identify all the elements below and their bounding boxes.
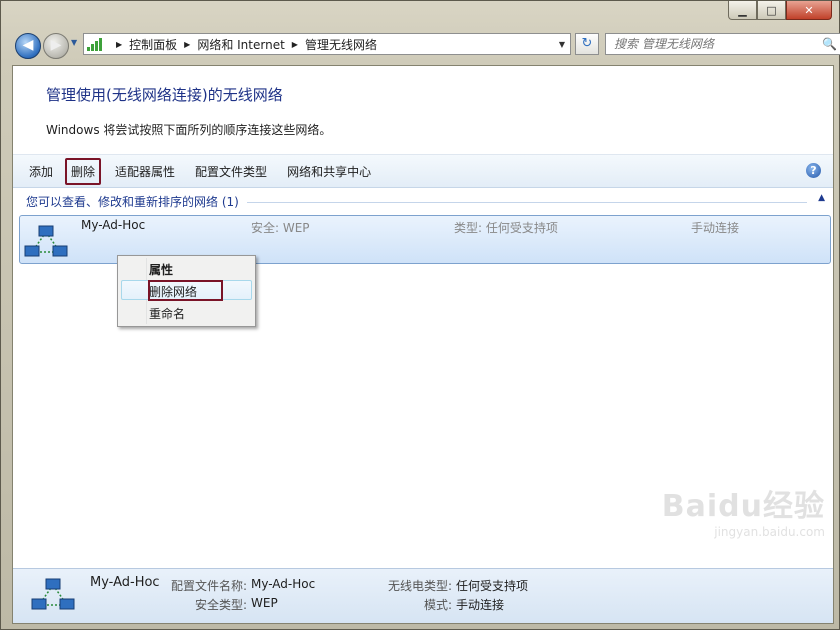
page-description: Windows 将尝试按照下面所列的顺序连接这些网络。: [46, 123, 332, 137]
recent-pages-icon[interactable]: ▼: [71, 38, 77, 47]
mode-value: 手动连接: [456, 598, 505, 612]
context-menu: 属性 删除网络 重命名: [117, 255, 256, 327]
back-button[interactable]: ◀: [15, 33, 41, 59]
group-divider: [247, 202, 807, 203]
network-mode: 手动连接: [691, 221, 740, 235]
search-box[interactable]: 🔍: [605, 33, 840, 55]
help-icon[interactable]: ?: [806, 163, 821, 178]
window: ▁ □ ✕ ◀ ▶ ▼ ▶ 控制面板 ▶ 网络和 Internet ▶ 管理无线…: [0, 0, 840, 630]
breadcrumb-separator[interactable]: ▶: [116, 40, 122, 49]
mode-label: 模式:: [424, 598, 453, 612]
add-button[interactable]: 添加: [23, 158, 59, 185]
navigation-bar: ◀ ▶ ▼ ▶ 控制面板 ▶ 网络和 Internet ▶ 管理无线网络 ▼ ↻…: [15, 31, 840, 59]
radio-type-value: 任何受支持项: [456, 579, 529, 593]
profile-types-button[interactable]: 配置文件类型: [189, 158, 273, 185]
breadcrumb-manage-wireless[interactable]: 管理无线网络: [305, 36, 377, 53]
details-pane: My-Ad-Hoc 配置文件名称: My-Ad-Hoc 安全类型: WEP 无线…: [13, 568, 833, 623]
minimize-button[interactable]: ▁: [728, 1, 757, 20]
collapse-group-icon[interactable]: ▲: [818, 193, 825, 203]
network-type: 类型: 任何受支持项: [454, 221, 558, 235]
network-signal-icon: [87, 37, 105, 51]
command-bar: 添加 删除 适配器属性 配置文件类型 网络和共享中心 ?: [13, 154, 833, 188]
radio-type-label: 无线电类型:: [388, 579, 453, 593]
forward-button[interactable]: ▶: [43, 33, 69, 59]
search-input[interactable]: [606, 36, 822, 52]
group-header[interactable]: 您可以查看、修改和重新排序的网络 (1): [26, 193, 239, 210]
breadcrumb-control-panel[interactable]: 控制面板: [129, 36, 177, 53]
maximize-button[interactable]: □: [757, 1, 786, 20]
annotation-box: [148, 280, 223, 301]
content-pane: 管理使用(无线网络连接)的无线网络 Windows 将尝试按照下面所列的顺序连接…: [12, 65, 834, 624]
address-dropdown-icon[interactable]: ▼: [554, 40, 570, 49]
details-network-name: My-Ad-Hoc: [90, 575, 160, 590]
close-button[interactable]: ✕: [786, 1, 832, 20]
profile-name-value: My-Ad-Hoc: [251, 577, 316, 591]
breadcrumb-network-internet[interactable]: 网络和 Internet: [197, 36, 284, 53]
address-bar[interactable]: ▶ 控制面板 ▶ 网络和 Internet ▶ 管理无线网络 ▼: [83, 33, 571, 55]
search-icon[interactable]: 🔍: [822, 37, 840, 51]
menu-item-rename[interactable]: 重命名: [149, 305, 185, 322]
network-sharing-center-button[interactable]: 网络和共享中心: [281, 158, 377, 185]
ad-hoc-network-icon: [24, 224, 68, 260]
security-type-value: WEP: [251, 596, 278, 610]
page-title: 管理使用(无线网络连接)的无线网络: [46, 86, 283, 104]
security-type-label: 安全类型:: [195, 598, 248, 612]
window-controls: ▁ □ ✕: [728, 1, 832, 20]
adapter-properties-button[interactable]: 适配器属性: [109, 158, 181, 185]
ad-hoc-network-icon: [31, 577, 75, 613]
profile-name-label: 配置文件名称:: [171, 579, 248, 593]
refresh-button[interactable]: ↻: [575, 33, 599, 55]
breadcrumb-separator[interactable]: ▶: [184, 40, 190, 49]
breadcrumb-separator[interactable]: ▶: [292, 40, 298, 49]
network-security: 安全: WEP: [251, 221, 310, 235]
network-name: My-Ad-Hoc: [81, 218, 146, 232]
menu-item-properties[interactable]: 属性: [149, 261, 173, 278]
delete-button[interactable]: 删除: [65, 157, 102, 185]
